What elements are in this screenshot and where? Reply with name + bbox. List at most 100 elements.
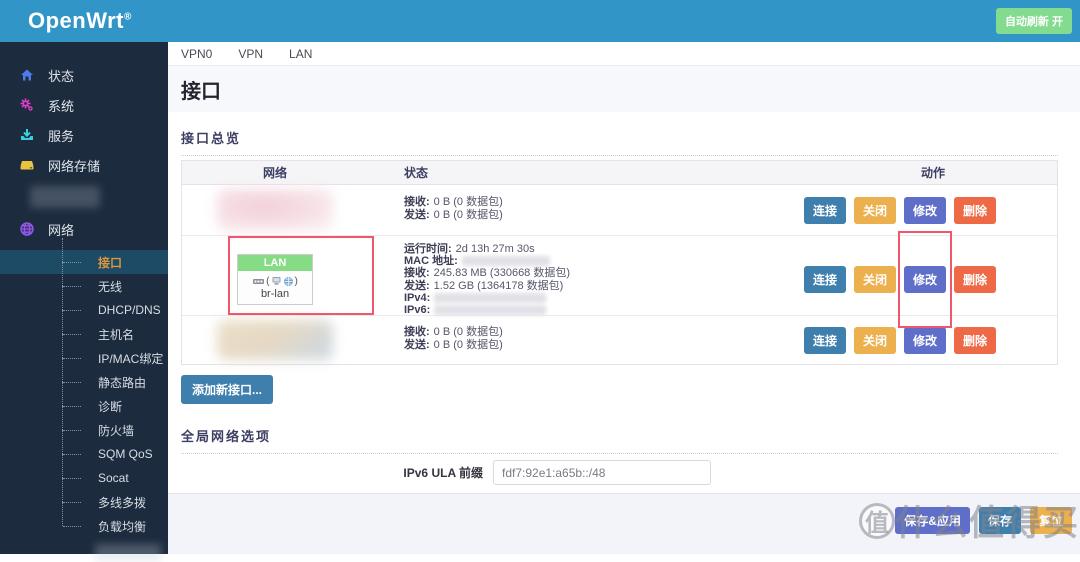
rx-value: 0 B (0 数据包): [433, 326, 503, 338]
openwrt-logo: OpenWrt®: [28, 8, 132, 33]
network-submenu: 接口 无线 DHCP/DNS 主机名 IP/MAC绑定 静态路由 诊断 防火墙 …: [0, 238, 168, 562]
delete-button[interactable]: 删除: [954, 266, 997, 294]
sidebar-item-network[interactable]: 网络: [0, 214, 168, 244]
tab-vpn[interactable]: VPN: [238, 47, 263, 61]
sidebar-subitem-static-routes[interactable]: 静态路由: [0, 358, 168, 394]
lan-interface-name: LAN: [238, 255, 312, 272]
sidebar-subitem-ip-mac-binding[interactable]: IP/MAC绑定: [0, 334, 168, 370]
lan-device-name: br-lan: [260, 288, 290, 301]
tab-lan[interactable]: LAN: [289, 47, 312, 61]
download-icon: [18, 126, 36, 144]
rx-label: 接收:: [404, 326, 430, 338]
tx-label: 发送:: [404, 338, 430, 351]
sidebar-subitem-socat[interactable]: Socat: [0, 454, 168, 490]
tx-label: 发送:: [404, 279, 430, 292]
table-row: 接收: 0 B (0 数据包) 发送: 0 B (0 数据包) 连接 关闭 修改 删…: [182, 316, 1057, 364]
page-title-band: 接口: [168, 66, 1080, 112]
rx-value: 0 B (0 数据包): [433, 196, 503, 208]
ipv4-label: IPv4:: [404, 291, 431, 304]
redacted-interface-name: [217, 189, 333, 231]
connect-button[interactable]: 连接: [803, 326, 846, 354]
registered-mark: ®: [123, 11, 132, 23]
edit-button[interactable]: 修改: [904, 196, 947, 224]
sidebar-nav: 状态 系统 服务 网络存储 网络 接口 无线 DHCP/DNS 主机名 IP/M…: [0, 42, 168, 562]
rx-label: 接收:: [404, 196, 430, 208]
sidebar-item-label: 网络存储: [48, 158, 101, 174]
stop-button[interactable]: 关闭: [853, 326, 896, 354]
edit-button[interactable]: 修改: [904, 266, 947, 294]
mac-label: MAC 地址:: [404, 255, 458, 268]
redacted-interface-name: [217, 320, 333, 360]
sidebar-item-label: 系统: [48, 98, 75, 114]
table-row: 接收: 0 B (0 数据包) 发送: 0 B (0 数据包) 连接 关闭 修改 删…: [182, 185, 1057, 236]
sidebar-subitem-diagnostics[interactable]: 诊断: [0, 382, 168, 418]
bridge-icon: ( ): [240, 274, 310, 288]
table-row-lan: LAN ( ) br-lan 运行时间: 2d 13h 27m 30s MAC …: [182, 231, 1057, 329]
redacted-ipv6-address: [434, 305, 547, 316]
paren-open: (: [266, 275, 270, 287]
section-divider: [181, 155, 1058, 156]
redacted-sidebar-item: [30, 186, 100, 208]
sidebar-subitem-dhcp-dns[interactable]: DHCP/DNS: [0, 286, 168, 322]
tab-vpn0[interactable]: VPN0: [181, 47, 212, 61]
redacted-mac-address: [461, 256, 550, 267]
reset-button[interactable]: 复位: [1029, 507, 1072, 534]
stop-button[interactable]: 关闭: [853, 266, 896, 294]
watermark-logo: 值: [858, 502, 895, 539]
sidebar-subitem-firewall[interactable]: 防火墙: [0, 406, 168, 442]
home-icon: [18, 66, 36, 84]
sidebar-item-label: 网络: [48, 222, 75, 238]
sidebar-subitem-wireless[interactable]: 无线: [0, 262, 168, 298]
global-options-section-title: 全局网络选项: [181, 429, 272, 444]
overview-section-title: 接口总览: [181, 131, 242, 146]
uptime-value: 2d 13h 27m 30s: [455, 243, 535, 255]
column-header-actions: 动作: [920, 166, 945, 180]
page-title: 接口: [181, 80, 221, 103]
redacted-sidebar-subitem: [95, 544, 161, 562]
sidebar-subitem-hostnames[interactable]: 主机名: [0, 310, 168, 346]
edit-button[interactable]: 修改: [904, 326, 947, 354]
connect-button[interactable]: 连接: [803, 266, 846, 294]
sidebar-item-services[interactable]: 服务: [0, 120, 168, 150]
globe-icon: [18, 220, 36, 238]
sidebar-item-system[interactable]: 系统: [0, 90, 168, 120]
ipv6-label: IPv6:: [404, 304, 431, 317]
sidebar-subitem-interfaces[interactable]: 接口: [0, 238, 168, 274]
footer-bar: 保存&应用 保存 复位 值 什么值得买: [168, 493, 1080, 554]
tx-label: 发送:: [404, 208, 430, 221]
disk-icon: [18, 156, 36, 174]
sidebar-item-label: 服务: [48, 128, 75, 144]
sidebar-item-storage[interactable]: 网络存储: [0, 150, 168, 180]
tx-value: 0 B (0 数据包): [433, 208, 503, 221]
main-content: VPN0 VPN LAN 接口 接口总览 网络 状态 动作 接收: 0 B (0 …: [168, 42, 1080, 554]
top-header-bar: OpenWrt® 自动刷新 开: [0, 0, 1080, 42]
paren-close: ): [294, 275, 298, 287]
interface-table: 网络 状态 动作 接收: 0 B (0 数据包) 发送: 0 B (0 数据包) 连…: [181, 160, 1058, 365]
delete-button[interactable]: 删除: [954, 326, 997, 354]
tx-value: 0 B (0 数据包): [433, 338, 503, 351]
rx-value: 245.83 MB (330668 数据包): [433, 267, 571, 280]
tx-value: 1.52 GB (1364178 数据包): [433, 279, 564, 292]
interface-tabstrip: VPN0 VPN LAN: [168, 42, 1080, 66]
rx-label: 接收:: [404, 267, 430, 280]
column-header-status: 状态: [404, 166, 429, 180]
save-apply-button[interactable]: 保存&应用: [895, 507, 970, 534]
stop-button[interactable]: 关闭: [853, 196, 896, 224]
auto-refresh-toggle[interactable]: 自动刷新 开: [995, 8, 1072, 34]
redacted-ipv4-address: [434, 292, 547, 303]
sidebar-subitem-sqm-qos[interactable]: SQM QoS: [0, 430, 168, 466]
sidebar-subitem-mwan[interactable]: 多线多拨: [0, 478, 168, 514]
ipv6-ula-prefix-label: IPv6 ULA 前缀: [403, 466, 483, 480]
sidebar-item-label: 状态: [48, 68, 75, 84]
sidebar-subitem-load-balancing[interactable]: 负载均衡: [0, 502, 168, 538]
gear-icon: [18, 96, 36, 114]
add-interface-button[interactable]: 添加新接口...: [181, 375, 274, 404]
uptime-label: 运行时间:: [404, 243, 452, 255]
ipv6-ula-prefix-input[interactable]: [493, 460, 711, 485]
lan-interface-box: LAN ( ) br-lan: [237, 254, 313, 306]
delete-button[interactable]: 删除: [954, 196, 997, 224]
save-button[interactable]: 保存: [978, 507, 1021, 534]
connect-button[interactable]: 连接: [803, 196, 846, 224]
sidebar-item-status[interactable]: 状态: [0, 60, 168, 90]
section-divider: [181, 453, 1058, 454]
